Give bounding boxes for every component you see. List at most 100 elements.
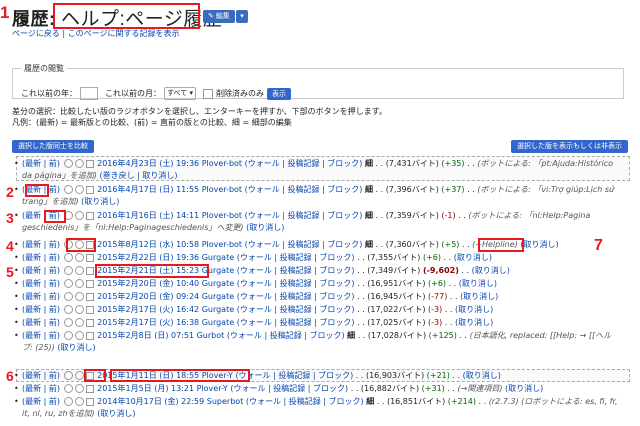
- radio-old[interactable]: [63, 384, 73, 393]
- radio-new[interactable]: [74, 211, 84, 220]
- revision-checkbox[interactable]: [85, 240, 94, 249]
- compare-links[interactable]: (最新 | 前): [22, 331, 60, 340]
- revision-timestamp[interactable]: 2015年1月11日 (日) 18:55: [97, 371, 199, 380]
- revision-checkbox[interactable]: [85, 211, 94, 220]
- radio-new[interactable]: [74, 305, 84, 314]
- user-tools[interactable]: (ウォール | 投稿記録 | ブロック): [235, 371, 353, 380]
- undo-links[interactable]: (取り消し): [505, 384, 543, 393]
- revision-user[interactable]: Gurgate: [202, 279, 234, 288]
- revision-user[interactable]: Plover-bot: [202, 159, 242, 168]
- compare-links[interactable]: (最新 | 前): [22, 240, 60, 249]
- edit-button[interactable]: ✎ 編集: [203, 10, 235, 23]
- show-button[interactable]: 表示: [266, 87, 291, 100]
- revision-timestamp[interactable]: 2015年2月20日 (金) 10:40: [97, 279, 199, 288]
- undo-links[interactable]: (取り消し): [57, 343, 95, 352]
- user-tools[interactable]: (ウォール | 投稿記録 | ブロック): [230, 384, 348, 393]
- radio-old[interactable]: [63, 397, 73, 406]
- sublinks[interactable]: ページに戻る | このページに関する記録を表示: [12, 28, 179, 39]
- compare-links[interactable]: (最新 | 前): [22, 371, 60, 380]
- radio-new[interactable]: [74, 397, 84, 406]
- more-dropdown[interactable]: ▾: [236, 10, 248, 23]
- revision-user[interactable]: Gurgate: [202, 292, 234, 301]
- radio-old[interactable]: [63, 266, 73, 275]
- user-tools[interactable]: (ウォール | 投稿記録 | ブロック): [245, 159, 363, 168]
- radio-old[interactable]: [63, 371, 73, 380]
- radio-old[interactable]: [63, 253, 73, 262]
- revision-timestamp[interactable]: 2014年10月17日 (金) 22:59: [97, 397, 204, 406]
- compare-links[interactable]: (最新 | 前): [22, 384, 60, 393]
- radio-old[interactable]: [63, 159, 73, 168]
- radio-new[interactable]: [74, 253, 84, 262]
- revision-timestamp[interactable]: 2015年2月17日 (火) 16:38: [97, 318, 199, 327]
- revision-checkbox[interactable]: [85, 305, 94, 314]
- revision-user[interactable]: Gurgate: [202, 318, 234, 327]
- user-tools[interactable]: (ウォール | 投稿記録 | ブロック): [237, 279, 355, 288]
- revision-checkbox[interactable]: [85, 253, 94, 262]
- undo-links[interactable]: (巻き戻し | 取り消し): [99, 171, 177, 180]
- radio-new[interactable]: [74, 371, 84, 380]
- revision-timestamp[interactable]: 2015年1月5日 (月) 13:21: [97, 384, 194, 393]
- undo-links[interactable]: (取り消し): [455, 318, 493, 327]
- radio-old[interactable]: [63, 185, 73, 194]
- radio-new[interactable]: [74, 318, 84, 327]
- undo-links[interactable]: (取り消し): [460, 292, 498, 301]
- revision-checkbox[interactable]: [85, 266, 94, 275]
- compare-links[interactable]: (最新 | 前): [22, 305, 60, 314]
- undo-links[interactable]: (取り消し): [246, 223, 284, 232]
- hide-button[interactable]: 選択した版を表示もしくは非表示: [511, 140, 628, 153]
- revision-timestamp[interactable]: 2015年2月22日 (日) 19:36: [97, 253, 199, 262]
- radio-old[interactable]: [63, 331, 73, 340]
- undo-links[interactable]: (取り消し): [463, 371, 501, 380]
- radio-old[interactable]: [63, 305, 73, 314]
- compare-links[interactable]: (最新 | 前): [22, 185, 60, 194]
- revision-user[interactable]: Gurgate: [202, 305, 234, 314]
- compare-links[interactable]: (最新 | 前): [22, 159, 60, 168]
- radio-old[interactable]: [63, 318, 73, 327]
- deleted-checkbox[interactable]: [202, 88, 213, 99]
- revision-timestamp[interactable]: 2015年2月21日 (土) 15:23: [97, 266, 199, 275]
- revision-user[interactable]: Plover-bot: [202, 211, 242, 220]
- user-tools[interactable]: (ウォール | 投稿記録 | ブロック): [246, 397, 364, 406]
- user-tools[interactable]: (ウォール | 投稿記録 | ブロック): [237, 266, 355, 275]
- revision-checkbox[interactable]: [85, 331, 94, 340]
- undo-links[interactable]: (取り消し): [97, 409, 135, 418]
- revision-checkbox[interactable]: [85, 185, 94, 194]
- compare-links[interactable]: (最新 | 前): [22, 253, 60, 262]
- radio-old[interactable]: [63, 279, 73, 288]
- compare-links[interactable]: (最新 | 前): [22, 397, 60, 406]
- radio-new[interactable]: [74, 185, 84, 194]
- undo-links[interactable]: (取り消し): [472, 266, 510, 275]
- user-tools[interactable]: (ウォール | 投稿記録 | ブロック): [227, 331, 345, 340]
- user-tools[interactable]: (ウォール | 投稿記録 | ブロック): [237, 292, 355, 301]
- user-tools[interactable]: (ウォール | 投稿記録 | ブロック): [245, 211, 363, 220]
- compare-links[interactable]: (最新 | 前): [22, 266, 60, 275]
- undo-links[interactable]: (取り消し): [454, 253, 492, 262]
- compare-links[interactable]: (最新 | 前): [22, 279, 60, 288]
- revision-checkbox[interactable]: [85, 318, 94, 327]
- revision-user[interactable]: Gurgate: [202, 253, 234, 262]
- radio-new[interactable]: [74, 266, 84, 275]
- revision-user[interactable]: Plover-Y: [202, 371, 233, 380]
- user-tools[interactable]: (ウォール | 投稿記録 | ブロック): [245, 240, 363, 249]
- user-tools[interactable]: (ウォール | 投稿記録 | ブロック): [245, 185, 363, 194]
- radio-new[interactable]: [74, 331, 84, 340]
- radio-new[interactable]: [74, 292, 84, 301]
- revision-timestamp[interactable]: 2015年2月17日 (火) 16:42: [97, 305, 199, 314]
- radio-new[interactable]: [74, 384, 84, 393]
- revision-timestamp[interactable]: 2015年2月20日 (金) 09:24: [97, 292, 199, 301]
- compare-button[interactable]: 選択した版同士を比較: [12, 140, 94, 153]
- radio-new[interactable]: [74, 159, 84, 168]
- user-tools[interactable]: (ウォール | 投稿記録 | ブロック): [237, 253, 355, 262]
- revision-user[interactable]: Gurgate: [202, 266, 234, 275]
- undo-links[interactable]: (取り消し): [520, 240, 558, 249]
- year-input[interactable]: [80, 87, 98, 100]
- revision-timestamp[interactable]: 2016年4月23日 (土) 19:36: [97, 159, 199, 168]
- revision-checkbox[interactable]: [85, 159, 94, 168]
- revision-checkbox[interactable]: [85, 397, 94, 406]
- revision-checkbox[interactable]: [85, 371, 94, 380]
- revision-timestamp[interactable]: 2016年1月16日 (土) 14:11: [97, 211, 199, 220]
- revision-timestamp[interactable]: 2016年4月17日 (日) 11:55: [97, 185, 199, 194]
- user-tools[interactable]: (ウォール | 投稿記録 | ブロック): [237, 318, 355, 327]
- compare-links[interactable]: (最新 | 前): [22, 318, 60, 327]
- undo-links[interactable]: (取り消し): [455, 305, 493, 314]
